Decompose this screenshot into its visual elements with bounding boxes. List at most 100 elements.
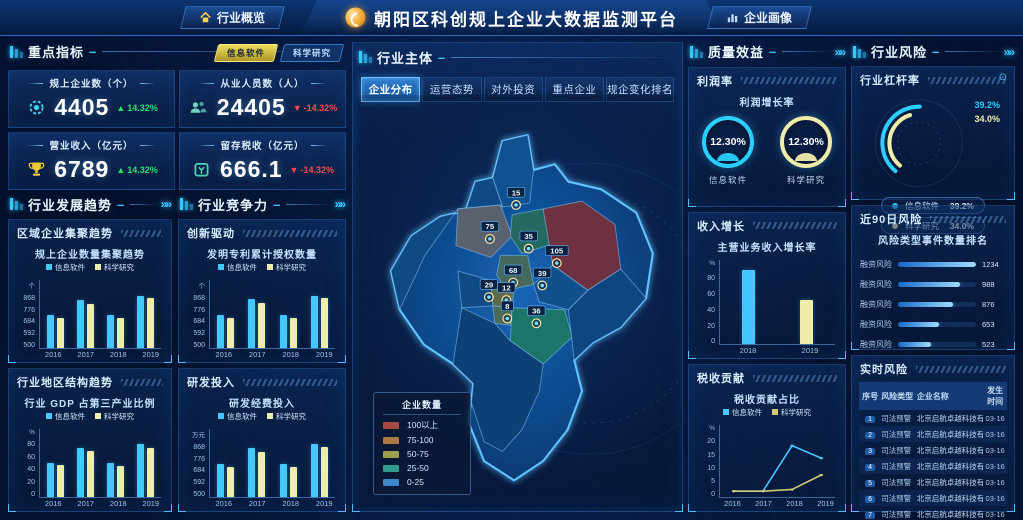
map-legend: 企业数量 100以上75-10050-7525-500-25 [373,392,471,495]
legend-item: 50-75 [383,449,461,459]
risk-bar [898,262,976,267]
nav-tab-industry-overview[interactable]: 行业概览 [180,6,285,29]
section-header: 行业风险 – »» [851,42,1015,61]
profit-gauge: 12.30%科学研究 [780,116,832,186]
bar [47,315,54,348]
risk-rank-row: 融资风险876 [860,299,1006,310]
bar [258,452,265,497]
bar [87,451,94,497]
kpi-delta: ▼-14.32% [293,103,337,113]
expand-more-icon[interactable]: »» [1004,45,1013,59]
y-axis: %806040200 [15,429,39,498]
hatch-decor [753,222,837,229]
table-header: 序号风险类型企业名称发生时间 [859,382,1007,410]
app-header: 行业概览 朝阳区科创规上企业大数据监测平台 企业画像 [0,0,1023,36]
expand-more-icon[interactable]: »» [161,197,170,211]
arrow-down-icon: ▼ [290,165,299,175]
svg-text:39: 39 [538,269,547,278]
nav-tab-enterprise-portrait[interactable]: 企业画像 [707,6,812,29]
risk-type-label: 融资风险 [860,339,892,350]
table-row[interactable]: 3司法预警北京启航卓越科技有限公司03-16 [859,442,1007,458]
svg-text:105: 105 [550,246,564,255]
grouped-bar-chart: 行业 GDP 占第三产业比例信息软件科学研究%80604020020162017… [9,392,171,511]
chart-title: 研发经费投入 [183,395,341,410]
bar [280,315,287,348]
bar [117,318,124,348]
income-growth-panel: 收入增长 主营业务收入增长率%80604020020182019 [688,212,846,360]
chart-title: 风险类型事件数量排名 [852,232,1014,247]
occur-time: 03-16 [983,430,1007,439]
legend-item: 100以上 [383,419,461,431]
chart-title: 税收贡献占比 [693,391,841,406]
x-axis: 2016201720182019 [183,499,341,508]
svg-text:29: 29 [485,280,494,289]
legend-entry: 信息软件 [218,411,257,422]
hatch-decor [930,216,1006,223]
section-bars-icon [10,198,23,210]
table-row[interactable]: 6司法预警北京启航卓越科技有限公司03-16 [859,490,1007,506]
table-row[interactable]: 7司法预警北京启航卓越科技有限公司03-16 [859,506,1007,520]
bar [137,444,144,497]
section-title: 重点指标 [28,42,84,61]
svg-text:36: 36 [532,307,541,316]
sub-panel: 行业地区结构趋势 行业 GDP 占第三产业比例信息软件科学研究%80604020… [8,368,172,512]
bar [227,318,234,348]
risk-type: 司法预警 [881,509,917,520]
trophy-icon [25,159,47,181]
chart-legend: 信息软件科学研究 [13,411,167,422]
arrow-up-icon: ▲ [116,165,125,175]
table-row[interactable]: 4司法预警北京启航卓越科技有限公司03-16 [859,458,1007,474]
sub-panel-title: 研发投入 [187,374,235,390]
district-map[interactable]: 15753510568392912836 企业数量 100以上75-10050-… [357,95,678,507]
svg-text:75: 75 [486,222,495,231]
leverage-gauge: 39.2% 34.0% [852,90,1014,192]
section-title: 行业风险 [871,42,927,61]
x-axis: 2016201720182019 [13,350,167,359]
occur-time: 03-16 [983,446,1007,455]
section-bars-icon [359,51,372,63]
tax-contribution-panel: 税收贡献 税收贡献占比信息软件科学研究%20151050201620172018… [688,364,846,512]
risk-type: 司法预警 [881,413,917,424]
bar [217,464,224,497]
arrow-up-icon: ▲ [116,103,125,113]
y-axis: 万元868776684592500 [185,429,209,498]
industry-filter-inactive[interactable]: 科学研究 [280,44,345,62]
people-icon [188,97,210,119]
hatch-decor [928,77,1006,84]
kpi-delta: ▲14.32% [116,103,157,113]
svg-text:8: 8 [505,302,510,311]
table-row[interactable]: 1司法预警北京启航卓越科技有限公司03-16 [859,410,1007,426]
x-axis: 2016201720182019 [13,499,167,508]
kpi-value: 4405 [54,94,109,121]
section-title: 行业竞争力 [198,195,268,214]
kpi-label: 从业人员数（人） [180,76,345,90]
hatch-decor [121,230,163,237]
industry-development-trend-section: 行业发展趋势 – »» 区域企业集聚趋势 规上企业数量集聚趋势信息软件科学研究个… [8,194,172,512]
company-name: 北京启航卓越科技有限公司 [917,493,984,504]
app-title: 朝阳区科创规上企业大数据监测平台 [374,5,678,30]
bar [311,296,318,348]
kpi-card: 留存税收（亿元）666.1▼-14.32% [179,132,346,190]
y-axis: 个868776684592500 [15,280,39,349]
section-header: 质量效益 – »» [688,42,846,62]
settings-icon[interactable]: ⊙ [999,72,1007,83]
y-axis: %20151050 [695,425,719,498]
table-row[interactable]: 5司法预警北京启航卓越科技有限公司03-16 [859,474,1007,490]
legend-entry: 科学研究 [267,411,306,422]
industry-competitiveness-section: 行业竞争力 – »» 创新驱动 发明专利累计授权数量信息软件科学研究个86877… [178,194,346,512]
leverage-panel: 行业杠杆率 ⊙ 39.2% 34.0% 信息软件39.2%科学研究34.0% [851,66,1015,200]
kpi-label: 留存税收（亿元） [180,138,345,152]
arrow-down-icon: ▼ [293,103,302,113]
risk-type-label: 融资风险 [860,299,892,310]
expand-more-icon[interactable]: »» [835,45,844,59]
column-header: 序号 [859,391,881,402]
expand-more-icon[interactable]: »» [335,197,344,211]
section-header: 行业竞争力 – »» [178,194,346,214]
table-row[interactable]: 2司法预警北京启航卓越科技有限公司03-16 [859,426,1007,442]
risk-rank-row: 融资风险988 [860,279,1006,290]
industry-filter-active[interactable]: 信息软件 [214,44,279,62]
legend-entry: 科学研究 [95,262,134,273]
sub-panel: 创新驱动 发明专利累计授权数量信息软件科学研究个8687766845925002… [178,219,346,363]
risk-count: 653 [982,320,1006,329]
row-index: 5 [865,480,875,487]
